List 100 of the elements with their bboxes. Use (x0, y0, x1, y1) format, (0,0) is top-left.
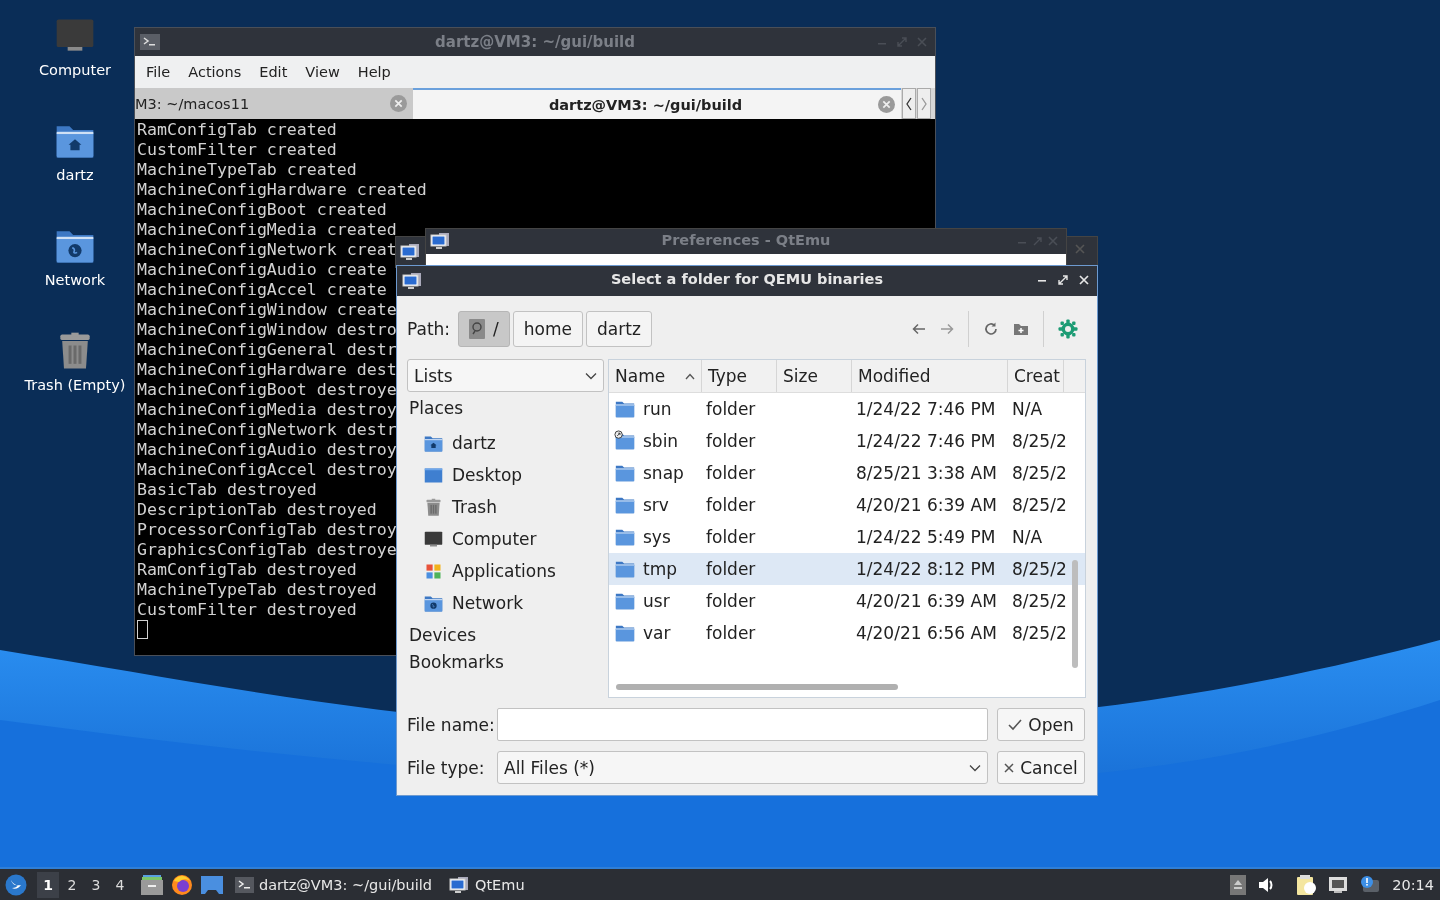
file-type: folder (706, 591, 756, 611)
file-row[interactable]: usr folder 4/20/21 6:39 AM 8/25/2 (609, 585, 1085, 617)
file-row[interactable]: tmp folder 1/24/22 8:12 PM 8/25/2 (609, 553, 1085, 585)
file-type: folder (706, 431, 756, 451)
refresh-icon[interactable] (983, 321, 999, 337)
file-row[interactable]: snap folder 8/25/21 3:38 AM 8/25/2 (609, 457, 1085, 489)
file-row[interactable]: run folder 1/24/22 7:46 PM N/A (609, 393, 1085, 425)
back-arrow-icon[interactable] (912, 323, 926, 335)
file-row[interactable]: var folder 4/20/21 6:56 AM 8/25/2 (609, 617, 1085, 649)
created-date: 8/25/2 (1012, 431, 1067, 451)
menu-item[interactable]: View (296, 60, 349, 84)
file-cabinet-icon[interactable] (141, 874, 163, 895)
file-type: folder (706, 399, 756, 419)
column-header[interactable]: Type (702, 360, 777, 392)
file-type: folder (706, 527, 756, 547)
close-tab-icon[interactable] (390, 95, 407, 112)
column-header[interactable]: Modified (852, 360, 1008, 392)
terminal-tab[interactable]: dartz@VM3: ~/gui/build (413, 88, 901, 119)
file-row[interactable]: sys folder 1/24/22 5:49 PM N/A (609, 521, 1085, 553)
path-crumb[interactable]: dartz (586, 311, 652, 347)
folder-link-icon (613, 430, 637, 452)
terminal-line: MachineConfigGeneral destr (137, 340, 397, 359)
sidebar-section[interactable]: Bookmarks (409, 652, 504, 672)
terminal-line: MachineConfigNetwork creat (137, 240, 397, 259)
place-item[interactable]: Network (407, 587, 604, 619)
path-crumb[interactable]: home (512, 311, 583, 347)
place-item[interactable]: Computer (407, 523, 604, 555)
menu-item[interactable]: Actions (179, 60, 251, 84)
notification-icon[interactable] (1360, 874, 1381, 895)
place-item[interactable]: dartz (407, 427, 604, 459)
workspace-button[interactable]: 3 (85, 871, 107, 898)
terminal-line: MachineConfigAccel destroy (137, 460, 397, 479)
terminal-line: MachineTypeTab destroyed (137, 580, 377, 599)
show-desktop-icon[interactable] (201, 875, 223, 894)
workspace-button[interactable]: 1 (37, 871, 59, 898)
file-name: sbin (643, 431, 679, 451)
scroll-tabs-left-button[interactable] (902, 88, 916, 119)
desktop-icon-label[interactable]: Trash (Empty) (24, 377, 126, 393)
workspace-button[interactable]: 4 (109, 871, 131, 898)
new-folder-icon[interactable] (1013, 322, 1029, 336)
clipboard-icon[interactable] (1296, 873, 1317, 896)
sidebar-section[interactable]: Devices (409, 625, 476, 645)
created-date: 8/25/2 (1012, 463, 1067, 483)
desktop-icon-label[interactable]: dartz (56, 167, 94, 183)
clock[interactable]: 20:14 (1392, 876, 1434, 893)
modified-date: 1/24/22 5:49 PM (856, 527, 996, 547)
eject-icon[interactable] (1230, 874, 1247, 895)
terminal-line: RamConfigTab created (137, 120, 337, 139)
modified-date: 4/20/21 6:56 AM (856, 623, 997, 643)
place-item[interactable]: Applications (407, 555, 604, 587)
browser-icon[interactable] (171, 873, 193, 896)
gear-icon[interactable] (1058, 319, 1078, 339)
qemu-monitor-icon (400, 243, 420, 261)
column-header[interactable]: Name (609, 360, 702, 392)
dialog-button[interactable]: Cancel (997, 751, 1085, 784)
start-menu-icon[interactable] (5, 873, 27, 896)
terminal-line: MachineTypeTab created (137, 160, 357, 179)
file-name-field[interactable] (497, 708, 988, 741)
file-type: folder (706, 495, 756, 515)
menu-item[interactable]: Help (348, 60, 400, 84)
file-name: run (643, 399, 672, 419)
taskbar-task[interactable]: dartz@VM3: ~/gui/build (227, 870, 440, 899)
terminal-line: MachineConfigAccel create (137, 280, 387, 299)
terminal-line: MachineConfigWindow create (137, 300, 397, 319)
sidebar-section[interactable]: Places (409, 398, 464, 418)
terminal-line: GraphicsConfigTab destroye (137, 540, 397, 559)
modified-date: 4/20/21 6:39 AM (856, 591, 997, 611)
view-dropdown[interactable]: Lists (407, 359, 604, 392)
modified-date: 8/25/21 3:38 AM (856, 463, 997, 483)
menu-item[interactable]: Edit (250, 60, 297, 84)
taskbar-task[interactable]: QtEmu (440, 870, 533, 899)
modified-date: 1/24/22 8:12 PM (856, 559, 996, 579)
place-item[interactable]: Desktop (407, 459, 604, 491)
file-row[interactable]: srv folder 4/20/21 6:39 AM 8/25/2 (609, 489, 1085, 521)
column-header[interactable]: Creat (1008, 360, 1064, 392)
desktop-icon-label[interactable]: Computer (38, 62, 112, 78)
close-icon (1004, 762, 1015, 773)
chevron-right-icon (920, 96, 928, 111)
dialog-button[interactable]: Open (997, 708, 1085, 741)
desktop-icon-label[interactable]: Network (44, 272, 106, 288)
horizontal-scrollbar[interactable] (616, 684, 898, 690)
terminal-tab[interactable]: M3: ~/macos11 (135, 88, 413, 119)
file-type-dropdown[interactable]: All Files (*) (497, 751, 988, 784)
place-item[interactable]: Trash (407, 491, 604, 523)
file-row[interactable]: sbin folder 1/24/22 7:46 PM 8/25/2 (609, 425, 1085, 457)
column-header[interactable]: Size (777, 360, 852, 392)
vertical-scrollbar[interactable] (1072, 560, 1078, 668)
network-icon[interactable] (1328, 875, 1349, 894)
workspace-button[interactable]: 2 (61, 871, 83, 898)
close-tab-icon[interactable] (878, 96, 895, 113)
qemu-monitor-icon (430, 232, 450, 250)
file-name: var (643, 623, 671, 643)
forward-arrow-icon[interactable] (940, 323, 954, 335)
field-label: File type: (407, 757, 486, 778)
file-name: sys (643, 527, 671, 547)
sort-ascending-icon (685, 372, 695, 380)
path-label: Path: (407, 319, 451, 339)
menu-item[interactable]: File (137, 60, 180, 84)
path-crumb[interactable]: / (458, 311, 510, 347)
terminal-line: MachineConfigWindow destro (137, 320, 397, 339)
